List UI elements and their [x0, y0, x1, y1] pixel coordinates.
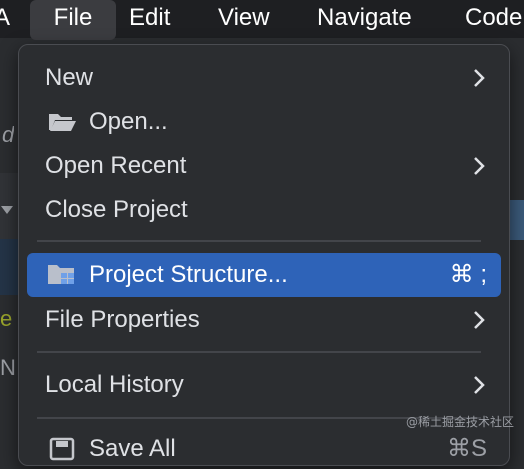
menu-item-label: Open Recent [45, 152, 187, 179]
menu-item-label: File Properties [45, 306, 200, 333]
menubar-item-app[interactable]: A [0, 0, 10, 38]
save-icon [49, 437, 75, 461]
shortcut-label: ⌘ ; [449, 261, 487, 288]
collapse-arrow-icon [1, 206, 13, 214]
menu-item-open[interactable]: Open... [27, 102, 501, 142]
file-menu: New Open... Open Recent Close Project Pr… [18, 44, 510, 466]
menu-item-label: Project Structure... [89, 261, 288, 288]
menu-item-close-project[interactable]: Close Project [27, 190, 501, 230]
menu-item-label: Close Project [45, 196, 188, 223]
ide-right-panel-fragment [508, 200, 524, 240]
menubar-item-navigate[interactable]: Navigate [317, 0, 412, 38]
menu-item-label: Open... [89, 108, 168, 135]
menu-item-file-properties[interactable]: File Properties [27, 300, 501, 340]
menu-item-new[interactable]: New [27, 58, 501, 98]
menu-separator [37, 240, 481, 242]
menu-item-open-recent[interactable]: Open Recent [27, 146, 501, 186]
project-structure-icon [48, 265, 74, 284]
ide-text-fragment: e [0, 306, 13, 331]
menu-separator [37, 351, 481, 353]
menu-item-label: New [45, 64, 94, 91]
menubar-item-file[interactable]: File [30, 0, 116, 40]
ide-text-fragment: d [2, 122, 15, 147]
chevron-right-icon [474, 376, 485, 394]
menu-item-local-history[interactable]: Local History [27, 365, 501, 405]
ide-text-fragment: N [0, 355, 16, 380]
watermark: @稀土掘金技术社区 [405, 415, 514, 429]
shortcut-label: ⌘S [446, 435, 487, 462]
menubar-item-edit[interactable]: Edit [129, 0, 170, 38]
menu-item-label: Save All [89, 435, 176, 462]
menu-item-save-all[interactable]: Save All ⌘S [27, 429, 501, 469]
menubar-item-code[interactable]: Code [465, 0, 522, 38]
menu-item-project-structure[interactable]: Project Structure... ⌘ ; [27, 253, 501, 297]
menu-item-label: Local History [45, 371, 184, 398]
menu-bar: A File Edit View Navigate Code [0, 0, 524, 40]
menubar-item-view[interactable]: View [218, 0, 270, 38]
chevron-right-icon [474, 157, 485, 175]
chevron-right-icon [474, 311, 485, 329]
chevron-right-icon [474, 69, 485, 87]
folder-open-icon [49, 114, 76, 131]
